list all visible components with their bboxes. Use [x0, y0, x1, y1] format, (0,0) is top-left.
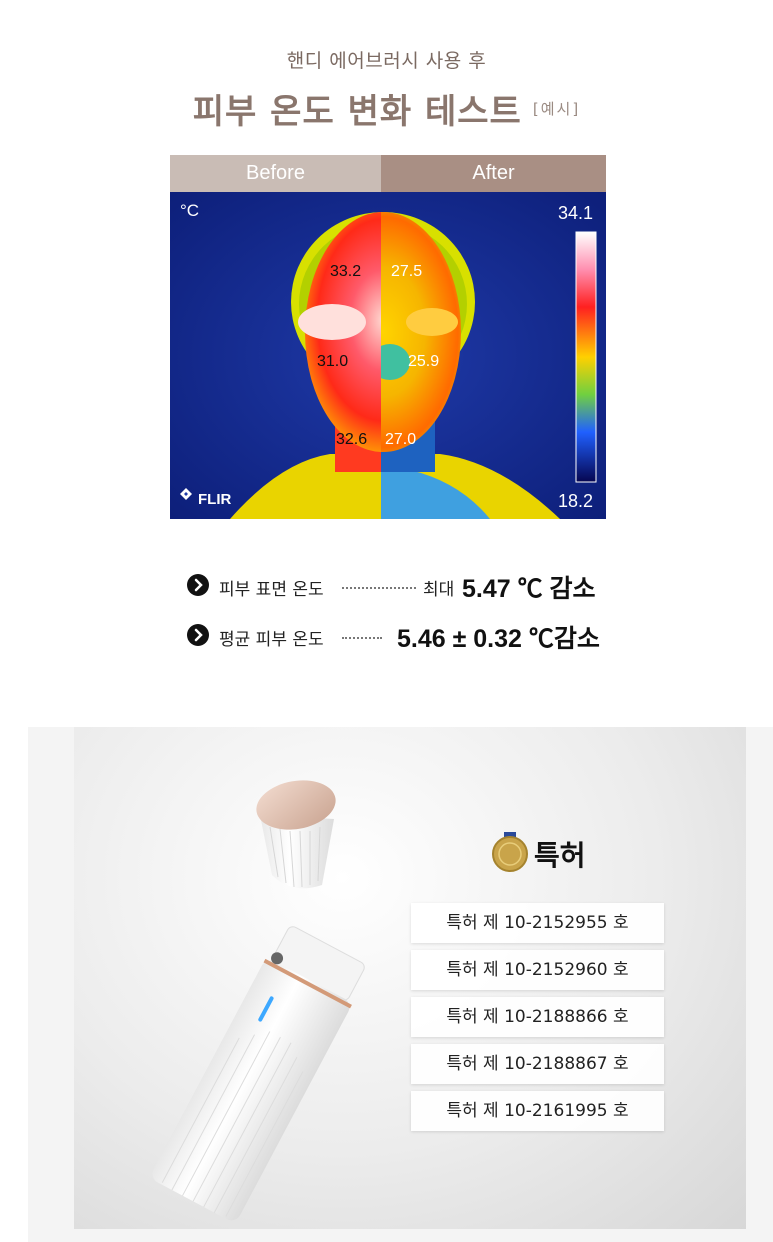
body-shape	[152, 926, 365, 1221]
brand-label: FLIR	[198, 491, 232, 508]
after-header: After	[381, 155, 606, 192]
patent-item: 특허 제 10-2188866 호	[411, 997, 664, 1037]
stat-row: 평균 피부 온도 5.46 ± 0.32 ℃감소	[187, 616, 607, 666]
after-reading-forehead: 27.5	[391, 263, 423, 280]
stat-value: 5.46 ± 0.32 ℃감소	[397, 625, 600, 653]
stat-value: 5.47 ℃ 감소	[462, 575, 596, 603]
stat-label: 평균 피부 온도	[219, 630, 324, 650]
title-row: 피부 온도 변화 테스트 [예시]	[0, 84, 773, 133]
stats-list: 피부 표면 온도 최대 5.47 ℃ 감소 평균 피부 온도 5.46 ± 0.…	[187, 566, 607, 666]
after-reading-cheek: 25.9	[408, 353, 440, 370]
dotted-leader	[342, 587, 416, 589]
patent-list: 특허 제 10-2152955 호 특허 제 10-2152960 호 특허 제…	[411, 903, 664, 1138]
scale-min-label: 18.2	[558, 491, 594, 511]
thermal-image	[170, 192, 606, 519]
stat-prefix: 최대	[423, 580, 455, 600]
chevron-right-icon	[187, 624, 209, 646]
before-header: Before	[170, 155, 381, 192]
before-reading-chin: 32.6	[336, 431, 368, 448]
chevron-right-icon	[187, 574, 209, 596]
patent-title: 특허	[534, 839, 586, 872]
page-subtitle: 핸디 에어브러시 사용 후	[286, 50, 487, 72]
example-tag: [예시]	[532, 100, 581, 118]
scale-max-label: 34.1	[558, 203, 594, 223]
page-title: 피부 온도 변화 테스트	[192, 92, 522, 132]
after-reading-chin: 27.0	[385, 431, 417, 448]
medal-icon	[492, 832, 528, 872]
before-reading-forehead: 33.2	[330, 263, 362, 280]
stat-label: 피부 표면 온도	[219, 580, 324, 600]
cap-shape	[256, 780, 336, 889]
thermal-comparison: Before After °C 34.1 18.2 FLIR 33.2 31.0…	[170, 155, 606, 519]
unit-label: °C	[180, 201, 200, 220]
dotted-leader	[342, 637, 382, 639]
patent-item: 특허 제 10-2188867 호	[411, 1044, 664, 1084]
before-reading-cheek: 31.0	[317, 353, 349, 370]
patent-item: 특허 제 10-2152960 호	[411, 950, 664, 990]
patent-item: 특허 제 10-2152955 호	[411, 903, 664, 943]
stat-row: 피부 표면 온도 최대 5.47 ℃ 감소	[187, 566, 607, 616]
patent-item: 특허 제 10-2161995 호	[411, 1091, 664, 1131]
